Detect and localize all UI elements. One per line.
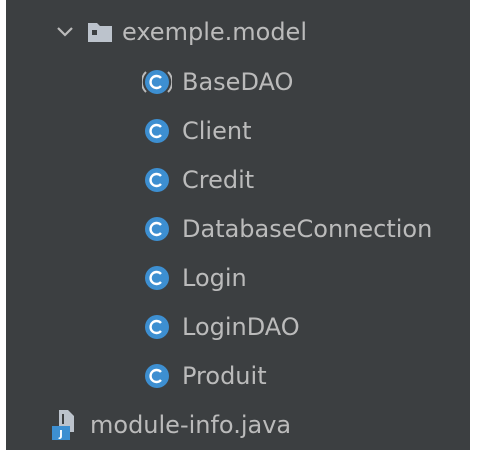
chevron-down-icon[interactable] bbox=[54, 21, 76, 43]
tree-item-class[interactable]: LoginDAO bbox=[142, 307, 300, 347]
class-icon bbox=[145, 266, 169, 290]
class-icon bbox=[145, 168, 169, 192]
tree-item-class[interactable]: DatabaseConnection bbox=[142, 209, 432, 249]
tree-item-class[interactable]: Produit bbox=[142, 356, 267, 396]
class-label: BaseDAO bbox=[182, 68, 294, 96]
class-icon bbox=[145, 119, 169, 143]
class-label: Login bbox=[182, 264, 247, 292]
class-label: LoginDAO bbox=[182, 313, 300, 341]
svg-text:J: J bbox=[58, 429, 63, 440]
class-label: Client bbox=[182, 117, 252, 145]
class-label: DatabaseConnection bbox=[182, 215, 433, 243]
class-label: Credit bbox=[182, 166, 255, 194]
project-tree-panel: exemple.model BaseDAO Client Credit Data… bbox=[6, 0, 470, 450]
tree-item-class[interactable]: BaseDAO bbox=[142, 62, 293, 102]
tree-item-class[interactable]: Login bbox=[142, 258, 247, 298]
class-icon bbox=[145, 315, 169, 339]
module-info-label: module-info.java bbox=[90, 411, 292, 439]
tree-item-class[interactable]: Credit bbox=[142, 160, 254, 200]
tree-item-module-info[interactable]: J module-info.java bbox=[50, 405, 291, 445]
package-label: exemple.model bbox=[122, 18, 307, 46]
abstract-class-icon bbox=[142, 70, 172, 94]
folder-package-icon bbox=[88, 23, 112, 42]
class-label: Produit bbox=[182, 362, 267, 390]
tree-item-class[interactable]: Client bbox=[142, 111, 251, 151]
tree-item-package[interactable]: exemple.model bbox=[54, 12, 307, 52]
java-file-icon: J bbox=[52, 410, 74, 440]
class-icon bbox=[145, 217, 169, 241]
class-icon bbox=[145, 364, 169, 388]
